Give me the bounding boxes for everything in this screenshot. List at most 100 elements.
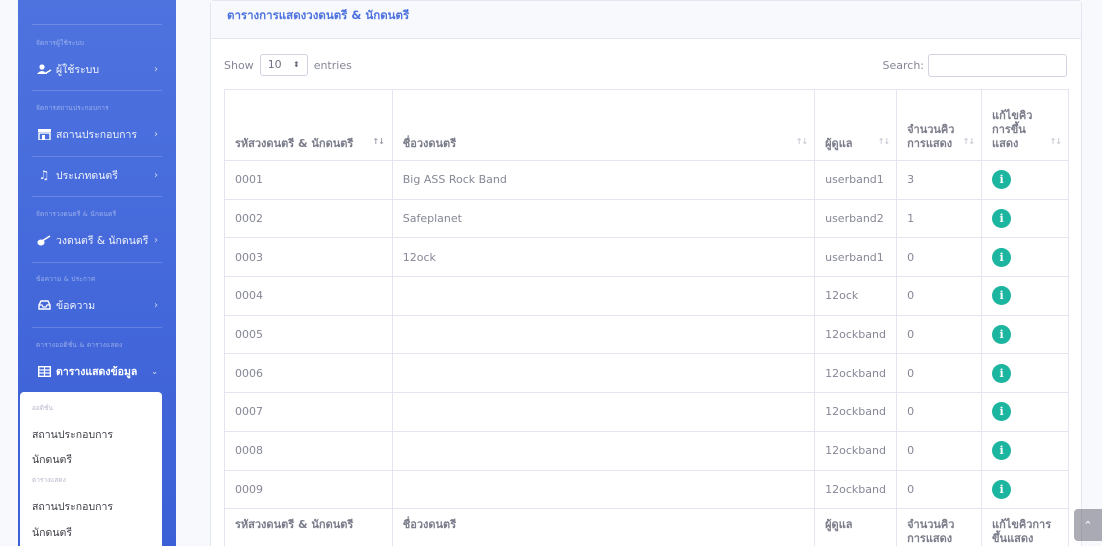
sidebar-item-venues[interactable]: สถานประกอบการ › bbox=[18, 121, 176, 147]
cell-owner: 12ock bbox=[814, 276, 898, 316]
cell-name: Big ASS Rock Band bbox=[391, 160, 816, 200]
info-circle-icon[interactable]: i bbox=[992, 325, 1012, 345]
cell-id: 0005 bbox=[224, 314, 393, 355]
chevron-down-icon: ⌄ bbox=[151, 366, 158, 376]
footer-header-edit: แก้ไขคิวการ ขึ้นแสดง bbox=[981, 508, 1069, 546]
schedule-table: รหัสวงดนตรี & นักดนตรี ↑↓ ชื่อวงดนตรี ↑↓ ผ… bbox=[224, 89, 1069, 546]
cell-edit: i bbox=[981, 160, 1069, 200]
sidebar-item-music-types[interactable]: ♫ ประเภทดนตรี › bbox=[18, 162, 176, 188]
chevron-up-icon: ⌃ bbox=[1083, 518, 1093, 532]
sort-icon: ↑↓ bbox=[372, 137, 384, 146]
submenu-item-schedule-venues[interactable]: สถานประกอบการ bbox=[32, 498, 113, 515]
info-circle-icon[interactable]: i bbox=[992, 209, 1012, 229]
sidebar-divider bbox=[32, 156, 162, 157]
cell-id: 0008 bbox=[224, 430, 393, 471]
cell-count: 1 bbox=[896, 198, 983, 239]
footer-header-name: ชื่อวงดนตรี bbox=[391, 508, 816, 546]
sidebar-item-bands[interactable]: วงดนตรี & นักดนตรี › bbox=[18, 227, 176, 253]
select-caret-icon: ⬍ bbox=[292, 60, 300, 69]
chevron-right-icon: › bbox=[154, 63, 158, 75]
cell-id: 0003 bbox=[224, 237, 393, 278]
sidebar-divider bbox=[32, 262, 162, 263]
entries-select[interactable]: 10 ⬍ bbox=[259, 54, 308, 76]
entries-value: 10 bbox=[267, 58, 282, 71]
submenu-heading-schedule: ตารางแสดง bbox=[32, 476, 66, 484]
cell-edit: i bbox=[981, 314, 1069, 355]
table-row: 0003 12ock userband1 0 i bbox=[224, 237, 1069, 278]
table-row: 0006 12ockband 0 i bbox=[224, 353, 1069, 394]
cell-id: 0001 bbox=[224, 160, 393, 200]
guitar-icon bbox=[36, 234, 52, 246]
submenu-item-audition-musicians[interactable]: นักดนตรี bbox=[32, 451, 72, 468]
chevron-right-icon: › bbox=[154, 234, 158, 246]
sidebar-item-label: ตารางแสดงข้อมูล bbox=[56, 365, 138, 378]
cell-name bbox=[391, 276, 816, 316]
cell-id: 0007 bbox=[224, 392, 393, 432]
info-circle-icon[interactable]: i bbox=[992, 170, 1012, 190]
column-header-count[interactable]: จำนวนคิว การแสดง ↑↓ bbox=[896, 89, 983, 161]
cell-edit: i bbox=[981, 276, 1069, 316]
schedule-submenu: ออดิชั่น สถานประกอบการ นักดนตรี ตารางแสด… bbox=[20, 392, 162, 546]
search-input[interactable] bbox=[928, 54, 1067, 77]
cell-count: 0 bbox=[896, 237, 983, 278]
sidebar-divider bbox=[32, 24, 162, 25]
submenu-item-audition-venues[interactable]: สถานประกอบการ bbox=[32, 426, 113, 443]
inbox-icon bbox=[36, 299, 52, 311]
sidebar-item-messages[interactable]: ข้อความ › bbox=[18, 292, 176, 318]
info-circle-icon[interactable]: i bbox=[992, 247, 1012, 267]
search-control: Search: bbox=[882, 54, 1067, 77]
music-icon: ♫ bbox=[38, 168, 50, 182]
cell-count: 0 bbox=[896, 314, 983, 355]
chevron-right-icon: › bbox=[154, 299, 158, 311]
table-row: 0005 12ockband 0 i bbox=[224, 314, 1069, 355]
sidebar-heading-bands: จัดการวงดนตรี & นักดนตรี bbox=[36, 210, 117, 218]
column-header-owner[interactable]: ผู้ดูแล ↑↓ bbox=[814, 89, 898, 161]
sort-icon: ↑↓ bbox=[795, 137, 808, 146]
chevron-right-icon: › bbox=[154, 169, 158, 181]
table-header-row: รหัสวงดนตรี & นักดนตรี ↑↓ ชื่อวงดนตรี ↑↓ ผ… bbox=[224, 89, 1069, 161]
table-row: 0008 12ockband 0 i bbox=[224, 430, 1069, 471]
cell-owner: userband2 bbox=[814, 198, 898, 239]
sidebar-item-label: ประเภทดนตรี bbox=[56, 169, 118, 182]
cell-count: 0 bbox=[896, 353, 983, 394]
sort-icon: ↑↓ bbox=[962, 137, 975, 146]
schedule-card: ตารางการแสดงวงดนตรี & นักดนตรี Show 10 ⬍… bbox=[210, 0, 1082, 546]
cell-count: 0 bbox=[896, 276, 983, 316]
scroll-to-top-button[interactable]: ⌃ bbox=[1074, 509, 1102, 541]
column-header-name[interactable]: ชื่อวงดนตรี ↑↓ bbox=[391, 89, 816, 161]
cell-id: 0006 bbox=[224, 353, 393, 394]
sidebar-heading-schedules: ตารางออดิชั่น & ตารางแสดง bbox=[36, 341, 123, 349]
column-header-id[interactable]: รหัสวงดนตรี & นักดนตรี ↑↓ bbox=[224, 89, 393, 161]
cell-name bbox=[391, 353, 816, 394]
cell-name bbox=[391, 469, 816, 510]
sidebar-item-schedules[interactable]: ตารางแสดงข้อมูล ⌄ bbox=[18, 358, 176, 384]
sidebar-item-label: ข้อความ bbox=[56, 299, 96, 312]
footer-header-count: จำนวนคิว การแสดง bbox=[896, 508, 983, 546]
info-circle-icon[interactable]: i bbox=[992, 441, 1012, 461]
cell-owner: userband1 bbox=[814, 237, 898, 278]
info-circle-icon[interactable]: i bbox=[992, 402, 1012, 422]
sort-icon: ↑↓ bbox=[1049, 137, 1062, 146]
users-icon bbox=[36, 63, 52, 75]
sidebar-divider bbox=[32, 90, 162, 91]
info-circle-icon[interactable]: i bbox=[992, 363, 1012, 383]
show-label: Show bbox=[224, 58, 254, 72]
sidebar-heading-messages: ข้อความ & ประกาศ bbox=[36, 275, 96, 283]
cell-id: 0002 bbox=[224, 198, 393, 239]
cell-edit: i bbox=[981, 353, 1069, 394]
cell-name: Safeplanet bbox=[391, 198, 816, 239]
cell-name bbox=[391, 392, 816, 432]
submenu-item-schedule-musicians[interactable]: นักดนตรี bbox=[32, 524, 72, 541]
column-header-edit[interactable]: แก้ไขคิว การขึ้น แสดง ↑↓ bbox=[981, 89, 1069, 161]
info-circle-icon[interactable]: i bbox=[992, 286, 1012, 306]
search-label: Search: bbox=[882, 59, 925, 72]
table-row: 0004 12ock 0 i bbox=[224, 276, 1069, 316]
cell-owner: 12ockband bbox=[814, 353, 898, 394]
table-row: 0007 12ockband 0 i bbox=[224, 392, 1069, 432]
cell-owner: 12ockband bbox=[814, 314, 898, 355]
sidebar-item-users[interactable]: ผู้ใช้ระบบ › bbox=[18, 56, 176, 82]
table-footer-row: รหัสวงดนตรี & นักดนตรี ชื่อวงดนตรี ผู้ดู… bbox=[224, 508, 1069, 546]
info-circle-icon[interactable]: i bbox=[992, 479, 1012, 499]
sort-icon: ↑↓ bbox=[877, 137, 890, 146]
entries-label: entries bbox=[313, 58, 352, 72]
